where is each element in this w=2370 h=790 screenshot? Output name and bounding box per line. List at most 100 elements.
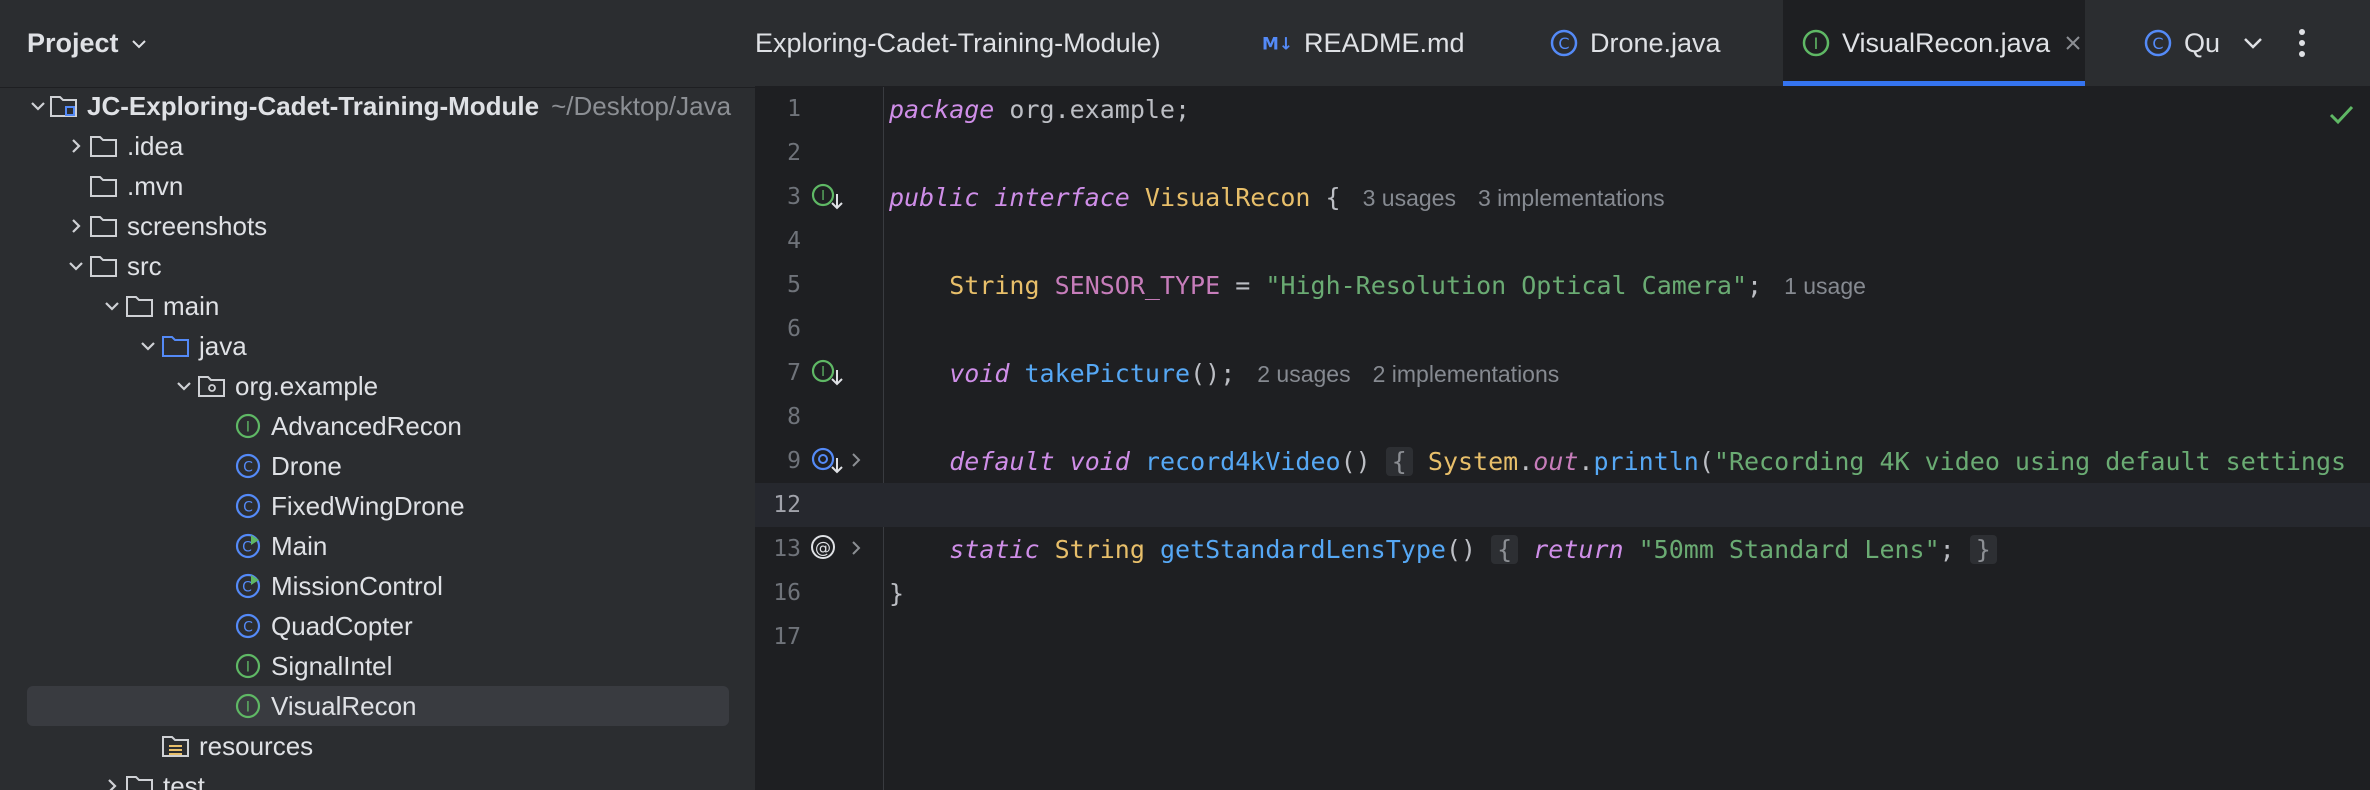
keyword: void [1069,446,1130,476]
tab-list-chevron-icon[interactable] [2240,30,2266,56]
tree-item[interactable]: C Main [27,526,729,566]
code-line[interactable]: 17 [755,615,2370,659]
semicolon: ; [1220,358,1236,388]
code-text: void takePicture(); 2 usages 2 implementat… [889,359,1559,388]
folded-brace[interactable]: { [1491,534,1519,564]
tree-item-label: FixedWingDrone [271,490,465,521]
svg-text:I: I [1814,34,1819,53]
tree-item[interactable]: C FixedWingDrone [27,486,729,526]
implemented-gutter-icon[interactable]: I [811,355,871,391]
code-line[interactable]: 8 [755,395,2370,439]
method-name: record4kVideo [1144,446,1341,476]
implementations-hint[interactable]: 3 implementations [1478,185,1665,211]
annotation-gutter-icon[interactable]: @ [811,531,871,567]
tab-actions [2220,0,2370,86]
code-line[interactable]: 9 default void record4kVideo() { System.… [755,439,2370,483]
chevron-down-icon[interactable] [135,333,161,359]
tree-item[interactable]: C QuadCopter [27,606,729,646]
tree-item-label: resources [199,730,314,761]
tree-item[interactable]: C Drone [27,446,729,486]
code-line[interactable]: 1 package org.example; [755,87,2370,131]
code-editor[interactable]: 1 package org.example; 2 3 I public inte… [755,87,2370,790]
chevron-down-icon[interactable] [27,93,49,119]
tree-item[interactable]: screenshots [27,206,729,246]
usages-hint[interactable]: 3 usages [1363,185,1456,211]
folder-icon [89,212,119,240]
more-options-icon[interactable] [2296,26,2308,60]
chevron-down-icon[interactable] [99,293,125,319]
package-icon [197,372,227,400]
line-number: 6 [787,316,801,342]
tree-item[interactable]: I VisualRecon [27,686,729,726]
string-literal: "High-Resolution Optical Camera" [1265,270,1747,300]
tree-item[interactable]: test [27,766,729,790]
tab-project-name[interactable]: Exploring-Cadet-Training-Module) [755,0,1161,86]
keyword: void [949,358,1010,388]
tree-item[interactable]: main [27,286,729,326]
svg-text:@: @ [815,538,831,557]
chevron-down-icon[interactable] [171,373,197,399]
tree-item[interactable]: org.example [27,366,729,406]
chevron-right-icon[interactable] [63,213,89,239]
tree-item-label: src [127,250,162,281]
source-folder-icon [161,332,191,360]
usages-hint[interactable]: 2 usages [1257,361,1350,387]
chevron-right-icon[interactable] [99,773,125,790]
chevron-right-icon[interactable] [63,133,89,159]
tree-item[interactable]: JC-Exploring-Cadet-Training-Module ~/Desk… [27,86,731,126]
chevron-down-icon[interactable] [63,253,89,279]
tree-arrow-spacer [207,453,233,479]
code-line[interactable]: 13 @ static String getStandardLensType()… [755,527,2370,571]
interface-icon: I [233,692,263,720]
tab-readme[interactable]: M↓ README.md [1262,0,1465,86]
implementations-hint[interactable]: 2 implementations [1373,361,1560,387]
tree-item[interactable]: java [27,326,729,366]
svg-text:I: I [821,189,825,204]
tab-drone-java[interactable]: C Drone.java [1548,0,1721,86]
tab-visualrecon-java[interactable]: I VisualRecon.java [1783,0,2085,86]
tree-item[interactable]: C MissionControl [27,566,729,606]
tree-arrow-spacer [207,693,233,719]
close-icon[interactable] [2064,34,2082,52]
folded-brace[interactable]: } [1969,534,1997,564]
tree-arrow-spacer [207,533,233,559]
code-line[interactable]: 5 String SENSOR_TYPE = "High-Resolution … [755,263,2370,307]
svg-text:M↓: M↓ [1262,34,1293,53]
folded-brace[interactable]: { [1385,446,1413,476]
code-line[interactable]: 7 I void takePicture(); 2 usages 2 impleme… [755,351,2370,395]
tree-arrow-spacer [207,613,233,639]
project-title: Project [27,28,119,58]
code-line[interactable]: 3 I public interface VisualRecon {3 usag… [755,175,2370,219]
tree-item[interactable]: I AdvancedRecon [27,406,729,446]
tree-item[interactable]: resources [27,726,729,766]
code-line[interactable]: 4 [755,219,2370,263]
code-text: package org.example; [889,95,1190,124]
tree-item[interactable]: src [27,246,729,286]
semicolon: ; [1939,534,1955,564]
code-line-current[interactable]: 12 [755,483,2370,527]
overridden-gutter-icon[interactable] [811,443,871,479]
line-number: 1 [787,96,801,122]
tree-arrow-spacer [207,653,233,679]
string-literal: "50mm Standard Lens" [1638,534,1940,564]
tree-item[interactable]: I SignalIntel [27,646,729,686]
tree-item[interactable]: .mvn [27,166,729,206]
tree-item-label: test [163,770,205,790]
svg-text:C: C [243,620,253,636]
line-number: 8 [787,404,801,430]
tree-item[interactable]: .idea [27,126,729,166]
project-view-selector[interactable]: Project [27,28,149,59]
svg-text:C: C [2152,34,2163,53]
semicolon: ; [1175,94,1191,124]
usages-hint[interactable]: 1 usage [1784,273,1866,299]
project-panel: Project JC-Exploring-Cadet-Training-Modu… [0,0,755,790]
tab-label: Exploring-Cadet-Training-Module) [755,27,1161,58]
code-line[interactable]: 16 } [755,571,2370,615]
code-line[interactable]: 6 [755,307,2370,351]
code-line[interactable]: 2 [755,131,2370,175]
brace: { [1325,182,1341,212]
interface-icon: I [1800,27,1832,59]
implemented-gutter-icon[interactable]: I [811,179,871,215]
tree-item-label: MissionControl [271,570,443,601]
keyword: package [889,94,995,124]
